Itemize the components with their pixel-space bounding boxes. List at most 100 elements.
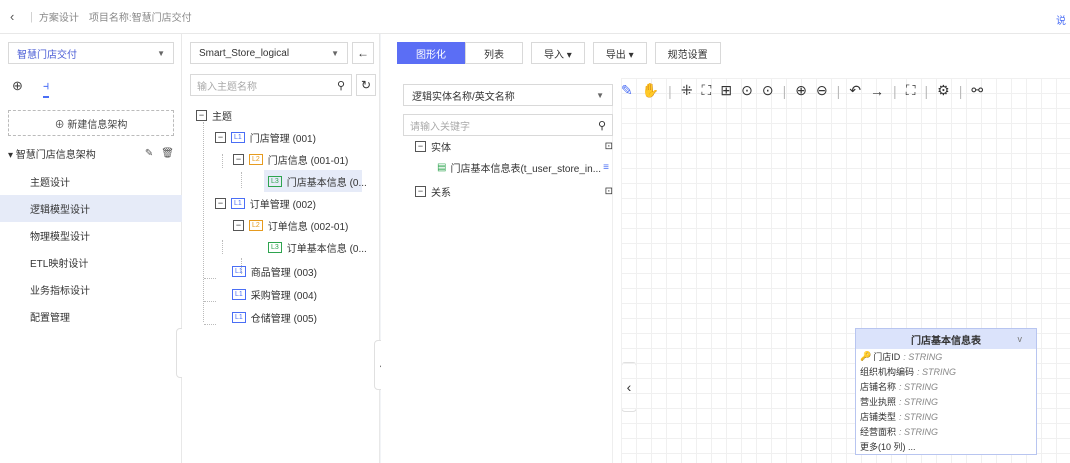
- entity-card-header[interactable]: 门店基本信息表 v: [856, 329, 1036, 349]
- new-architecture-button[interactable]: ⊕ 新建信息架构: [8, 110, 174, 136]
- project-select[interactable]: 智慧门店交付 ▼: [8, 42, 174, 64]
- level-badge: L2: [249, 153, 263, 165]
- entity-card[interactable]: 门店基本信息表 v 🔑 门店ID: STRING 组织机构编码: STRING 店…: [855, 328, 1037, 455]
- attribute-row: 店铺类型: STRING: [860, 411, 939, 423]
- tree-node-label: 商品管理 (003): [250, 267, 317, 279]
- collapse-icon[interactable]: −: [233, 219, 244, 231]
- collapse-icon[interactable]: −: [215, 197, 226, 209]
- tree-node[interactable]: L1 采购管理 (004): [232, 283, 317, 305]
- expand-icon[interactable]: ⊙: [741, 82, 753, 99]
- collapse-icon[interactable]: −: [215, 131, 226, 143]
- chevron-down-icon[interactable]: v: [1018, 334, 1023, 344]
- tree-node[interactable]: L3 订单基本信息 (0...: [268, 236, 367, 258]
- back-arrow-icon[interactable]: ←: [352, 42, 374, 64]
- tree-node[interactable]: L1 商品管理 (003): [232, 260, 317, 282]
- menu-item-etl[interactable]: ETL映射设计: [0, 249, 182, 276]
- chevron-down-icon: ▼: [596, 90, 604, 100]
- menu-icon[interactable]: ≡: [603, 162, 609, 173]
- level-badge: L1: [232, 265, 246, 277]
- tree-node[interactable]: − L2 门店信息 (001-01): [233, 148, 348, 170]
- hand-icon[interactable]: ✋: [642, 82, 659, 99]
- tree-node[interactable]: − L1 订单管理 (002): [215, 192, 316, 214]
- relation-group[interactable]: − 关系 ⊡: [415, 184, 613, 199]
- entity-panel: 逻辑实体名称/英文名称 ▼ 请输入关键字 ⚲ − 实体 ⊡ ▤ 门店基本信息表(t…: [403, 84, 613, 463]
- attribute-row: 组织机构编码: STRING: [860, 366, 957, 378]
- collapse-all-icon[interactable]: ⊙: [762, 82, 774, 99]
- level-badge: L1: [231, 197, 245, 209]
- menu-item-logical-model[interactable]: 逻辑模型设计: [0, 195, 182, 222]
- tree-node[interactable]: − L2 订单信息 (002-01): [233, 214, 348, 236]
- architecture-name: ▾ 智慧门店信息架构: [8, 150, 96, 161]
- tree-node-label: 采购管理 (004): [250, 290, 317, 302]
- collapse-icon[interactable]: −: [196, 109, 207, 121]
- divider: |: [30, 10, 33, 23]
- tree-root[interactable]: − 主题: [196, 104, 232, 126]
- key-icon: 🔑: [860, 351, 872, 361]
- zoom-out-icon[interactable]: ⊖: [816, 82, 828, 99]
- layout-icon[interactable]: ⁜: [681, 82, 693, 99]
- menu-item-physical-model[interactable]: 物理模型设计: [0, 222, 182, 249]
- zoom-in-icon[interactable]: ⊕: [795, 82, 807, 99]
- left-panel: 智慧门店交付 ▼ ⊕ ⫞ ⊕ 新建信息架构 ▾ 智慧门店信息架构 ✎ 🗑 主题设…: [0, 34, 182, 463]
- tab-graphic[interactable]: 图形化: [397, 42, 465, 64]
- search-icon[interactable]: ⚲: [337, 79, 345, 92]
- top-bar: ‹ | 方案设计 项目名称:智慧门店交付 说: [0, 0, 1070, 34]
- fullscreen-icon[interactable]: ⛶: [906, 82, 916, 99]
- export-button[interactable]: 导出 ▾: [592, 42, 647, 64]
- entity-item[interactable]: ▤ 门店基本信息表(t_user_store_in... ≡: [437, 160, 609, 175]
- entity-group[interactable]: − 实体 ⊡: [415, 139, 613, 154]
- table-icon: ▤: [437, 162, 447, 173]
- search-placeholder: 请输入关键字: [410, 121, 470, 133]
- canvas-toolbar: ✎ ✋ | ⁜ ⛶ ⊞ ⊙ ⊙ | ⊕ ⊖ | ↶ → | ⛶ | ⚙ | ⚯: [621, 82, 984, 99]
- menu-item-metrics[interactable]: 业务指标设计: [0, 276, 182, 303]
- collapse-icon[interactable]: −: [233, 153, 244, 165]
- entity-name-select[interactable]: 逻辑实体名称/英文名称 ▼: [403, 84, 613, 106]
- delete-icon[interactable]: 🗑: [161, 148, 174, 159]
- refresh-icon[interactable]: ↻: [356, 74, 376, 96]
- tree-node-selected[interactable]: L3 门店基本信息 (0...: [264, 170, 367, 192]
- back-icon[interactable]: ‹: [10, 9, 24, 24]
- tree-icon[interactable]: ⫞: [42, 78, 50, 98]
- view-switch: ⊕ ⫞: [12, 78, 50, 98]
- chevron-down-icon: ▼: [157, 48, 165, 58]
- relation-group-label: 关系: [431, 188, 451, 199]
- globe-icon[interactable]: ⊕: [12, 78, 23, 98]
- entity-card-title: 门店基本信息表: [911, 335, 981, 347]
- settings-icon[interactable]: ⚙: [937, 82, 950, 99]
- attribute-row: 🔑 门店ID: STRING: [860, 351, 943, 362]
- project-select-value: 智慧门店交付: [17, 49, 77, 61]
- tree-node[interactable]: L1 仓储管理 (005): [232, 306, 317, 328]
- share-icon[interactable]: ⚯: [971, 82, 983, 99]
- add-entity-icon[interactable]: ⊡: [605, 141, 613, 152]
- keyword-search-input[interactable]: 请输入关键字 ⚲: [403, 114, 613, 136]
- fit-icon[interactable]: ⛶: [702, 82, 712, 99]
- topic-search-input[interactable]: 输入主题名称 ⚲: [190, 74, 352, 96]
- breadcrumb-title: 方案设计: [38, 13, 79, 24]
- edit-icon[interactable]: ✎: [145, 148, 153, 159]
- tree-node-label: 门店管理 (001): [249, 133, 316, 145]
- model-select-value: Smart_Store_logical: [199, 47, 290, 59]
- level-badge: L1: [232, 311, 246, 323]
- grid-icon[interactable]: ⊞: [720, 82, 732, 99]
- import-button[interactable]: 导入 ▾: [531, 42, 585, 64]
- collapse-icon[interactable]: −: [415, 141, 426, 152]
- pen-icon[interactable]: ✎: [621, 82, 633, 99]
- redo-icon[interactable]: →: [870, 83, 884, 99]
- collapse-icon[interactable]: −: [415, 186, 426, 197]
- tree-node-label: 门店基本信息 (0...: [286, 177, 367, 189]
- standards-button[interactable]: 规范设置: [654, 42, 721, 64]
- search-icon[interactable]: ⚲: [598, 119, 606, 132]
- architecture-row[interactable]: ▾ 智慧门店信息架构 ✎ 🗑: [8, 146, 174, 161]
- more-columns[interactable]: 更多(10 列) ...: [856, 439, 1036, 454]
- tree-node[interactable]: − L1 门店管理 (001): [215, 126, 316, 148]
- entity-item-label: 门店基本信息表(t_user_store_in...: [450, 164, 602, 175]
- model-select[interactable]: Smart_Store_logical ▼: [190, 42, 348, 64]
- undo-icon[interactable]: ↶: [849, 82, 861, 99]
- tree-node-label: 主题: [212, 111, 232, 123]
- menu-item-topic[interactable]: 主题设计: [0, 168, 182, 195]
- corner-link[interactable]: 说: [1056, 12, 1066, 27]
- project-name: 项目名称:智慧门店交付: [88, 13, 192, 24]
- add-relation-icon[interactable]: ⊡: [605, 186, 613, 197]
- menu-item-config[interactable]: 配置管理: [0, 303, 182, 330]
- tab-list[interactable]: 列表: [465, 42, 523, 64]
